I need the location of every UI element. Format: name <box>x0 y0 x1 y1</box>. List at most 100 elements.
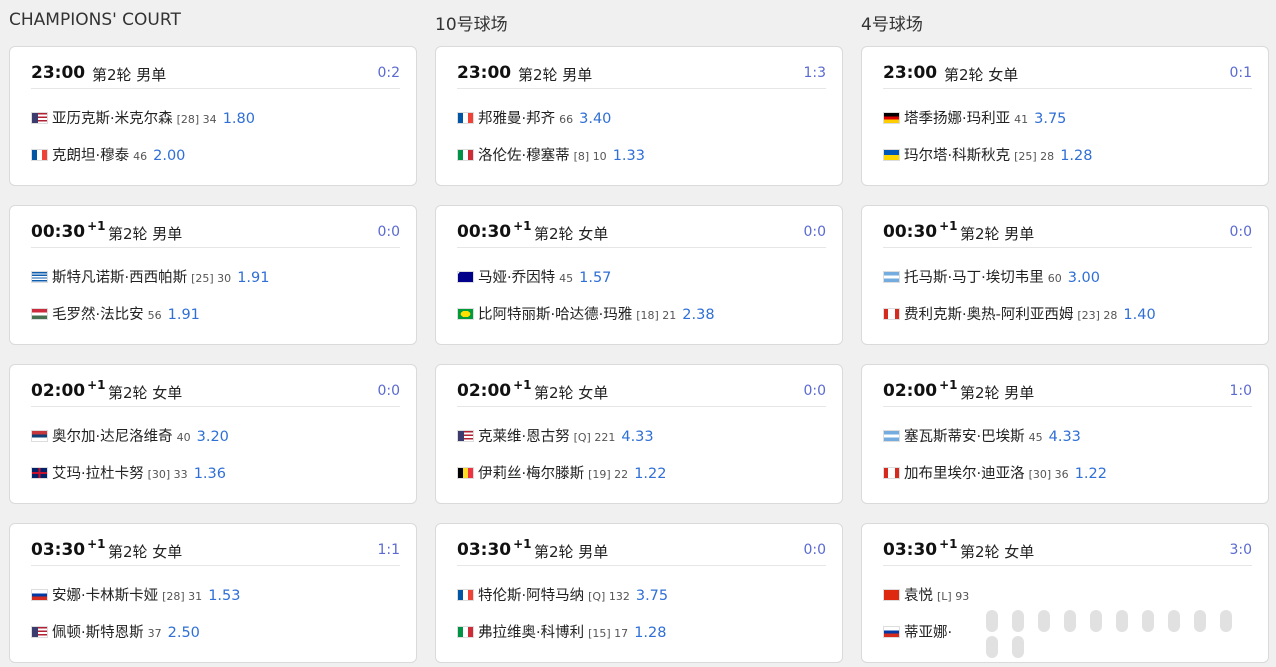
player-name[interactable]: 斯特凡诺斯·西西帕斯 <box>52 270 187 286</box>
player-odds[interactable]: 4.33 <box>1049 429 1081 445</box>
player-row[interactable]: 费利克斯·奥热-阿利亚西姆 [23] 28 1.40 <box>883 303 1252 323</box>
player-odds[interactable]: 4.33 <box>621 429 653 445</box>
player-name[interactable]: 玛尔塔·科斯秋克 <box>904 148 1010 164</box>
match-card[interactable]: 23:00 第2轮 女单 0:1 塔季扬娜·玛利亚 41 3.75 玛尔塔·科斯秋克 [25]… <box>861 46 1269 186</box>
player-row[interactable]: 艾玛·拉杜卡努 [30] 33 1.36 <box>31 462 400 482</box>
player-odds[interactable]: 3.75 <box>636 588 668 604</box>
player-row[interactable]: 伊莉丝·梅尔滕斯 [19] 22 1.22 <box>457 462 826 482</box>
player-row[interactable]: 克莱维·恩古努 [Q] 221 4.33 <box>457 425 826 445</box>
player-seed-rank: [8] 10 <box>573 150 607 163</box>
player-odds[interactable]: 1.53 <box>208 588 240 604</box>
match-header: 03:30 +1 第2轮 女单 3:0 <box>883 538 1252 566</box>
player-row[interactable]: 袁悦 [L] 93 <box>883 584 1252 604</box>
player-name[interactable]: 安娜·卡林斯卡娅 <box>52 588 158 604</box>
match-time: 02:00 +1 <box>31 379 106 401</box>
player-row[interactable]: 斯特凡诺斯·西西帕斯 [25] 30 1.91 <box>31 266 400 286</box>
flag-us-icon <box>457 430 474 442</box>
match-round: 第2轮 女单 <box>534 225 609 243</box>
match-time-value: 00:30 <box>31 222 86 242</box>
player-name[interactable]: 加布里埃尔·迪亚洛 <box>904 466 1025 482</box>
player-name[interactable]: 亚历克斯·米克尔森 <box>52 111 173 127</box>
player-name[interactable]: 马娅·乔因特 <box>478 270 555 286</box>
match-card[interactable]: 02:00 +1 第2轮 女单 0:0 奥尔加·达尼洛维奇 40 3.20 艾玛·拉杜卡努 [3… <box>9 364 417 504</box>
player-row[interactable]: 蒂亚娜· <box>883 621 1252 641</box>
match-card[interactable]: 03:30 +1 第2轮 男单 0:0 特伦斯·阿特马纳 [Q] 132 3.75 弗拉维奥·… <box>435 523 843 663</box>
player-odds[interactable]: 3.75 <box>1034 111 1066 127</box>
player-name[interactable]: 艾玛·拉杜卡努 <box>52 466 144 482</box>
player-odds[interactable]: 1.57 <box>579 270 611 286</box>
player-row[interactable]: 安娜·卡林斯卡娅 [28] 31 1.53 <box>31 584 400 604</box>
player-row[interactable]: 特伦斯·阿特马纳 [Q] 132 3.75 <box>457 584 826 604</box>
player-name[interactable]: 弗拉维奥·科博利 <box>478 625 584 641</box>
player-name[interactable]: 克莱维·恩古努 <box>478 429 570 445</box>
player-name[interactable]: 邦雅曼·邦齐 <box>478 111 555 127</box>
player-odds[interactable]: 1.33 <box>613 148 645 164</box>
player-name[interactable]: 洛伦佐·穆塞蒂 <box>478 148 570 164</box>
player-name[interactable]: 塞瓦斯蒂安·巴埃斯 <box>904 429 1025 445</box>
match-card[interactable]: 03:30 +1 第2轮 女单 3:0 袁悦 [L] 93 蒂亚娜· <box>861 523 1269 663</box>
player-row[interactable]: 亚历克斯·米克尔森 [28] 34 1.80 <box>31 107 400 127</box>
player-odds[interactable]: 3.00 <box>1068 270 1100 286</box>
match-card[interactable]: 03:30 +1 第2轮 女单 1:1 安娜·卡林斯卡娅 [28] 31 1.53 佩顿·斯特… <box>9 523 417 663</box>
player-odds[interactable]: 2.00 <box>153 148 185 164</box>
match-card[interactable]: 23:00 第2轮 男单 1:3 邦雅曼·邦齐 66 3.40 洛伦佐·穆塞蒂 [8] 10 1… <box>435 46 843 186</box>
match-card[interactable]: 00:30 +1 第2轮 女单 0:0 马娅·乔因特 45 1.57 比阿特丽斯·哈达德·玛雅… <box>435 205 843 345</box>
player-name[interactable]: 托马斯·马丁·埃切韦里 <box>904 270 1044 286</box>
player-row[interactable]: 洛伦佐·穆塞蒂 [8] 10 1.33 <box>457 144 826 164</box>
player-row[interactable]: 玛尔塔·科斯秋克 [25] 28 1.28 <box>883 144 1252 164</box>
player-row[interactable]: 托马斯·马丁·埃切韦里 60 3.00 <box>883 266 1252 286</box>
player-row[interactable]: 弗拉维奥·科博利 [15] 17 1.28 <box>457 621 826 641</box>
match-card[interactable]: 02:00 +1 第2轮 男单 1:0 塞瓦斯蒂安·巴埃斯 45 4.33 加布里埃尔·迪亚洛… <box>861 364 1269 504</box>
player-odds[interactable]: 3.20 <box>197 429 229 445</box>
player-name[interactable]: 克朗坦·穆泰 <box>52 148 129 164</box>
player-row[interactable]: 邦雅曼·邦齐 66 3.40 <box>457 107 826 127</box>
player-name[interactable]: 伊莉丝·梅尔滕斯 <box>478 466 584 482</box>
player-name[interactable]: 袁悦 <box>904 588 933 604</box>
player-name[interactable]: 比阿特丽斯·哈达德·玛雅 <box>478 307 632 323</box>
player-row[interactable]: 塞瓦斯蒂安·巴埃斯 45 4.33 <box>883 425 1252 445</box>
match-card[interactable]: 00:30 +1 第2轮 男单 0:0 斯特凡诺斯·西西帕斯 [25] 30 1.91 毛罗然… <box>9 205 417 345</box>
player-odds[interactable]: 3.40 <box>579 111 611 127</box>
flag-be-icon <box>457 467 474 479</box>
match-card[interactable]: 02:00 +1 第2轮 女单 0:0 克莱维·恩古努 [Q] 221 4.33 伊莉丝·梅尔… <box>435 364 843 504</box>
flag-fr-icon <box>457 589 474 601</box>
match-card[interactable]: 00:30 +1 第2轮 男单 0:0 托马斯·马丁·埃切韦里 60 3.00 费利克斯·奥热… <box>861 205 1269 345</box>
player-seed-rank: [28] 34 <box>176 113 217 126</box>
player-name[interactable]: 费利克斯·奥热-阿利亚西姆 <box>904 307 1073 323</box>
player-row[interactable]: 毛罗然·法比安 56 1.91 <box>31 303 400 323</box>
player-seed-rank: [30] 33 <box>147 468 188 481</box>
player-seed-rank: [15] 17 <box>588 627 629 640</box>
player-seed-rank: [19] 22 <box>588 468 629 481</box>
player-odds[interactable]: 2.50 <box>168 625 200 641</box>
player-odds[interactable]: 1.80 <box>223 111 255 127</box>
player-row[interactable]: 奥尔加·达尼洛维奇 40 3.20 <box>31 425 400 445</box>
player-odds[interactable]: 2.38 <box>682 307 714 323</box>
player-row[interactable]: 比阿特丽斯·哈达德·玛雅 [18] 21 2.38 <box>457 303 826 323</box>
player-name[interactable]: 特伦斯·阿特马纳 <box>478 588 584 604</box>
player-odds[interactable]: 1.91 <box>168 307 200 323</box>
match-score: 0:0 <box>803 224 826 240</box>
player-row[interactable]: 克朗坦·穆泰 46 2.00 <box>31 144 400 164</box>
player-row[interactable]: 佩顿·斯特恩斯 37 2.50 <box>31 621 400 641</box>
match-header: 00:30 +1 第2轮 男单 0:0 <box>31 220 400 248</box>
player-name[interactable]: 佩顿·斯特恩斯 <box>52 625 144 641</box>
player-name[interactable]: 奥尔加·达尼洛维奇 <box>52 429 173 445</box>
player-odds[interactable]: 1.28 <box>634 625 666 641</box>
player-odds[interactable]: 1.36 <box>194 466 226 482</box>
player-odds[interactable]: 1.40 <box>1123 307 1155 323</box>
flag-ca-icon <box>883 308 900 320</box>
player-name[interactable]: 塔季扬娜·玛利亚 <box>904 111 1010 127</box>
player-seed-rank: 46 <box>133 150 148 163</box>
player-odds[interactable]: 1.22 <box>1075 466 1107 482</box>
player-row[interactable]: 塔季扬娜·玛利亚 41 3.75 <box>883 107 1252 127</box>
player-odds[interactable]: 1.22 <box>634 466 666 482</box>
match-card[interactable]: 23:00 第2轮 男单 0:2 亚历克斯·米克尔森 [28] 34 1.80 克朗坦·穆泰… <box>9 46 417 186</box>
player-odds[interactable]: 1.91 <box>237 270 269 286</box>
player-name[interactable]: 毛罗然·法比安 <box>52 307 144 323</box>
player-row[interactable]: 加布里埃尔·迪亚洛 [30] 36 1.22 <box>883 462 1252 482</box>
match-score: 1:1 <box>377 542 400 558</box>
player-odds[interactable]: 1.28 <box>1060 148 1092 164</box>
flag-au-icon <box>457 271 474 283</box>
player-row[interactable]: 马娅·乔因特 45 1.57 <box>457 266 826 286</box>
player-name[interactable]: 蒂亚娜· <box>904 625 952 641</box>
